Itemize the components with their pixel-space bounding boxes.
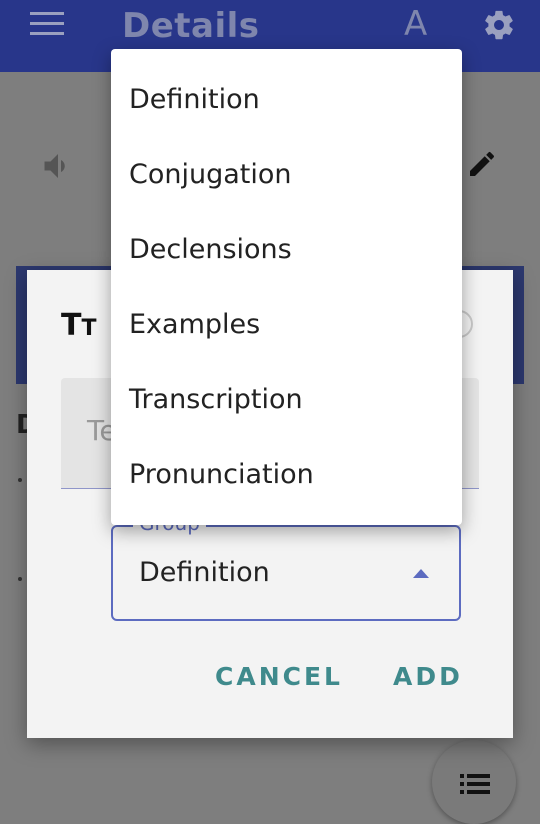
gear-icon[interactable] bbox=[482, 8, 516, 42]
group-select[interactable]: Group Definition bbox=[111, 511, 461, 621]
list-fab[interactable] bbox=[432, 740, 516, 824]
group-dropdown-menu: Definition Conjugation Declensions Examp… bbox=[111, 49, 462, 525]
text-size-icon: TT bbox=[61, 308, 97, 343]
cancel-button[interactable]: CANCEL bbox=[215, 662, 343, 691]
volume-icon[interactable] bbox=[40, 148, 76, 184]
dropdown-arrow-icon[interactable] bbox=[413, 569, 429, 578]
menu-item-label: Transcription bbox=[129, 384, 303, 415]
menu-item-conjugation[interactable]: Conjugation bbox=[111, 139, 462, 214]
menu-item-transcription[interactable]: Transcription bbox=[111, 364, 462, 439]
menu-item-label: Conjugation bbox=[129, 159, 292, 190]
page-title: Details bbox=[122, 6, 260, 46]
menu-item-pronunciation[interactable]: Pronunciation bbox=[111, 439, 462, 514]
bullet bbox=[18, 577, 22, 581]
menu-item-label: Examples bbox=[129, 309, 261, 340]
menu-item-declensions[interactable]: Declensions bbox=[111, 214, 462, 289]
menu-item-label: Declensions bbox=[129, 234, 292, 265]
menu-item-definition[interactable]: Definition bbox=[111, 64, 462, 139]
list-icon bbox=[460, 774, 490, 794]
menu-item-label: Pronunciation bbox=[129, 459, 314, 490]
add-button[interactable]: ADD bbox=[393, 662, 463, 691]
menu-item-label: Definition bbox=[129, 84, 260, 115]
pencil-icon[interactable] bbox=[466, 148, 498, 180]
group-select-value: Definition bbox=[139, 557, 270, 588]
menu-icon[interactable] bbox=[30, 12, 64, 38]
menu-item-examples[interactable]: Examples bbox=[111, 289, 462, 364]
font-size-button[interactable]: A bbox=[404, 4, 427, 44]
bullet bbox=[18, 478, 22, 482]
